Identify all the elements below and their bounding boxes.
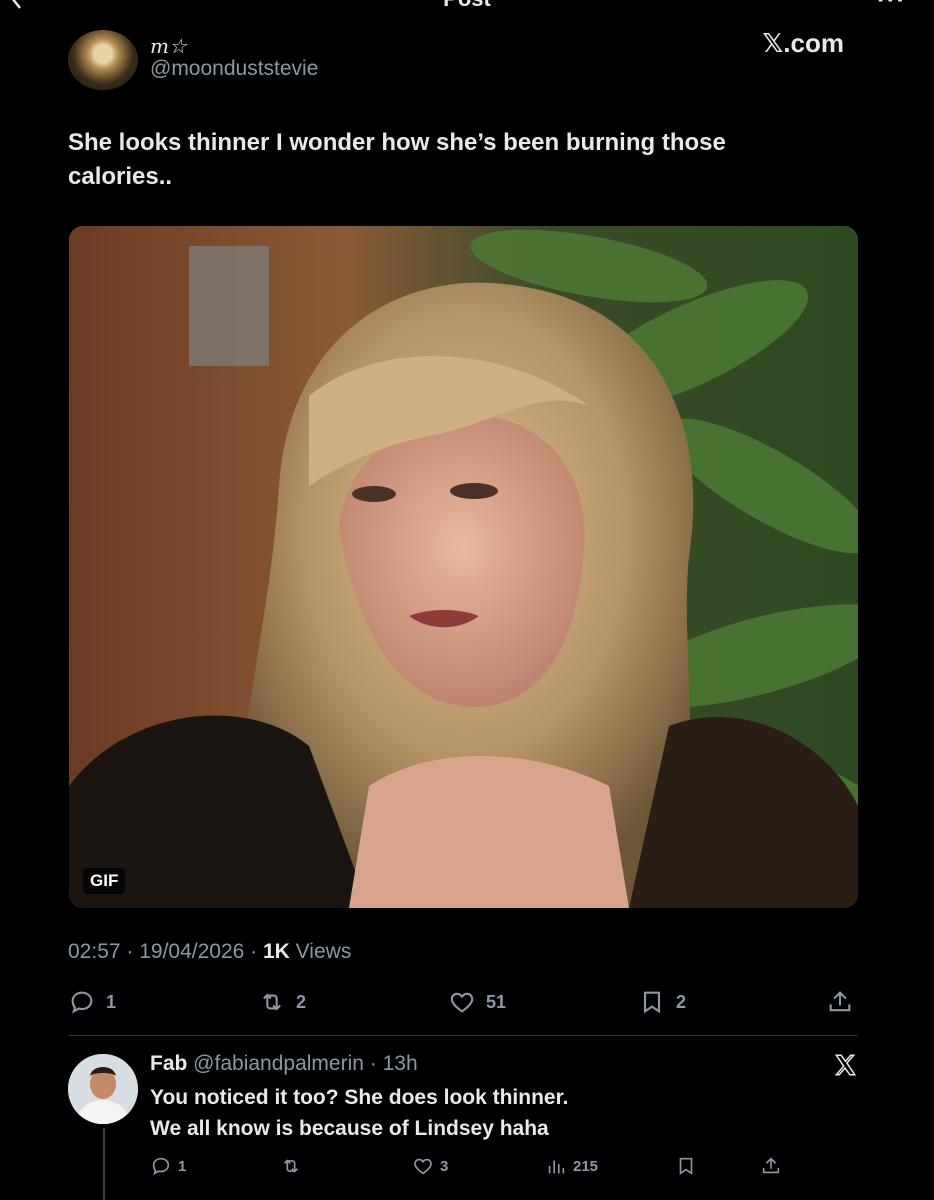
reply-avatar-image [68, 1054, 138, 1124]
reply-repost-button[interactable] [280, 1155, 302, 1177]
reply-like-count: 3 [440, 1157, 449, 1175]
author-name[interactable]: m☆ [150, 34, 187, 58]
top-bar: Post ··· [0, 0, 934, 14]
like-button[interactable]: 51 [448, 988, 506, 1016]
author-handle[interactable]: @moondust​stevie [150, 57, 318, 81]
more-options-icon[interactable]: ··· [877, 0, 906, 15]
avatar[interactable] [68, 30, 138, 90]
reply-text: You noticed it too? She does look thinne… [150, 1082, 800, 1144]
reply-reply-button[interactable]: 1 [150, 1155, 186, 1177]
divider [68, 1035, 858, 1036]
avatar[interactable] [68, 1054, 138, 1124]
reply-header: Fab @fabiandpalmerin · 13h [150, 1052, 418, 1076]
bookmark-icon [643, 991, 661, 1014]
x-brand-logo: 𝕏.com [762, 28, 844, 58]
reply-count: 1 [106, 991, 117, 1012]
reply-reply-count: 1 [178, 1157, 187, 1175]
reply-handle-time[interactable]: @fabiandpalmerin · 13h [187, 1052, 417, 1075]
like-count: 51 [486, 991, 507, 1012]
reply-views-count: 215 [573, 1157, 599, 1175]
share-icon [829, 991, 851, 1012]
post-timestamp[interactable]: 02:57 · 19/04/2026 · [68, 940, 263, 963]
reply-author-name[interactable]: Fab [150, 1052, 187, 1075]
reply-share-button[interactable] [760, 1155, 782, 1177]
reply-views-button[interactable]: 215 [545, 1155, 598, 1177]
bookmark-button[interactable]: 2 [638, 988, 686, 1016]
reply-icon [71, 991, 93, 1014]
repost-icon [263, 993, 281, 1011]
page-title: Post [0, 0, 934, 12]
analytics-icon [548, 1160, 565, 1174]
reply-button[interactable]: 1 [68, 988, 116, 1016]
thread-line [103, 1128, 105, 1200]
post-media-gif[interactable]: GIF [69, 226, 858, 908]
x-logo-icon [834, 1054, 857, 1076]
bookmark-icon [679, 1157, 693, 1175]
gif-frame-image [69, 226, 858, 908]
repost-icon [283, 1159, 299, 1173]
post-action-bar: 1 2 51 2 [68, 988, 858, 1024]
post-text: She looks thinner I wonder how she’s bee… [68, 129, 726, 190]
reply-like-button[interactable]: 3 [412, 1155, 448, 1177]
heart-icon [414, 1158, 432, 1175]
post-metadata: 02:57 · 19/04/2026 · 1K Views [68, 940, 351, 964]
repost-count: 2 [296, 991, 307, 1012]
views-count: 1K [262, 940, 290, 963]
heart-icon [450, 992, 474, 1013]
reply-icon [152, 1157, 170, 1176]
share-icon [762, 1157, 780, 1174]
reply-text-line-2: We all know is because of Lindsey haha [150, 1117, 549, 1140]
share-button[interactable] [826, 988, 854, 1016]
bookmark-count: 2 [676, 991, 687, 1012]
reply-action-bar: 1 3 215 [150, 1155, 860, 1181]
views-label: Views [289, 940, 352, 963]
repost-button[interactable]: 2 [258, 988, 306, 1016]
post-author: m☆ @moondust​stevie [68, 30, 868, 90]
reply-item[interactable]: Fab @fabiandpalmerin · 13h You noticed i… [68, 1050, 868, 1200]
reply-bookmark-button[interactable] [675, 1155, 697, 1177]
reply-text-line-1: You noticed it too? She does look thinne… [150, 1086, 569, 1109]
gif-badge: GIF [83, 868, 126, 894]
